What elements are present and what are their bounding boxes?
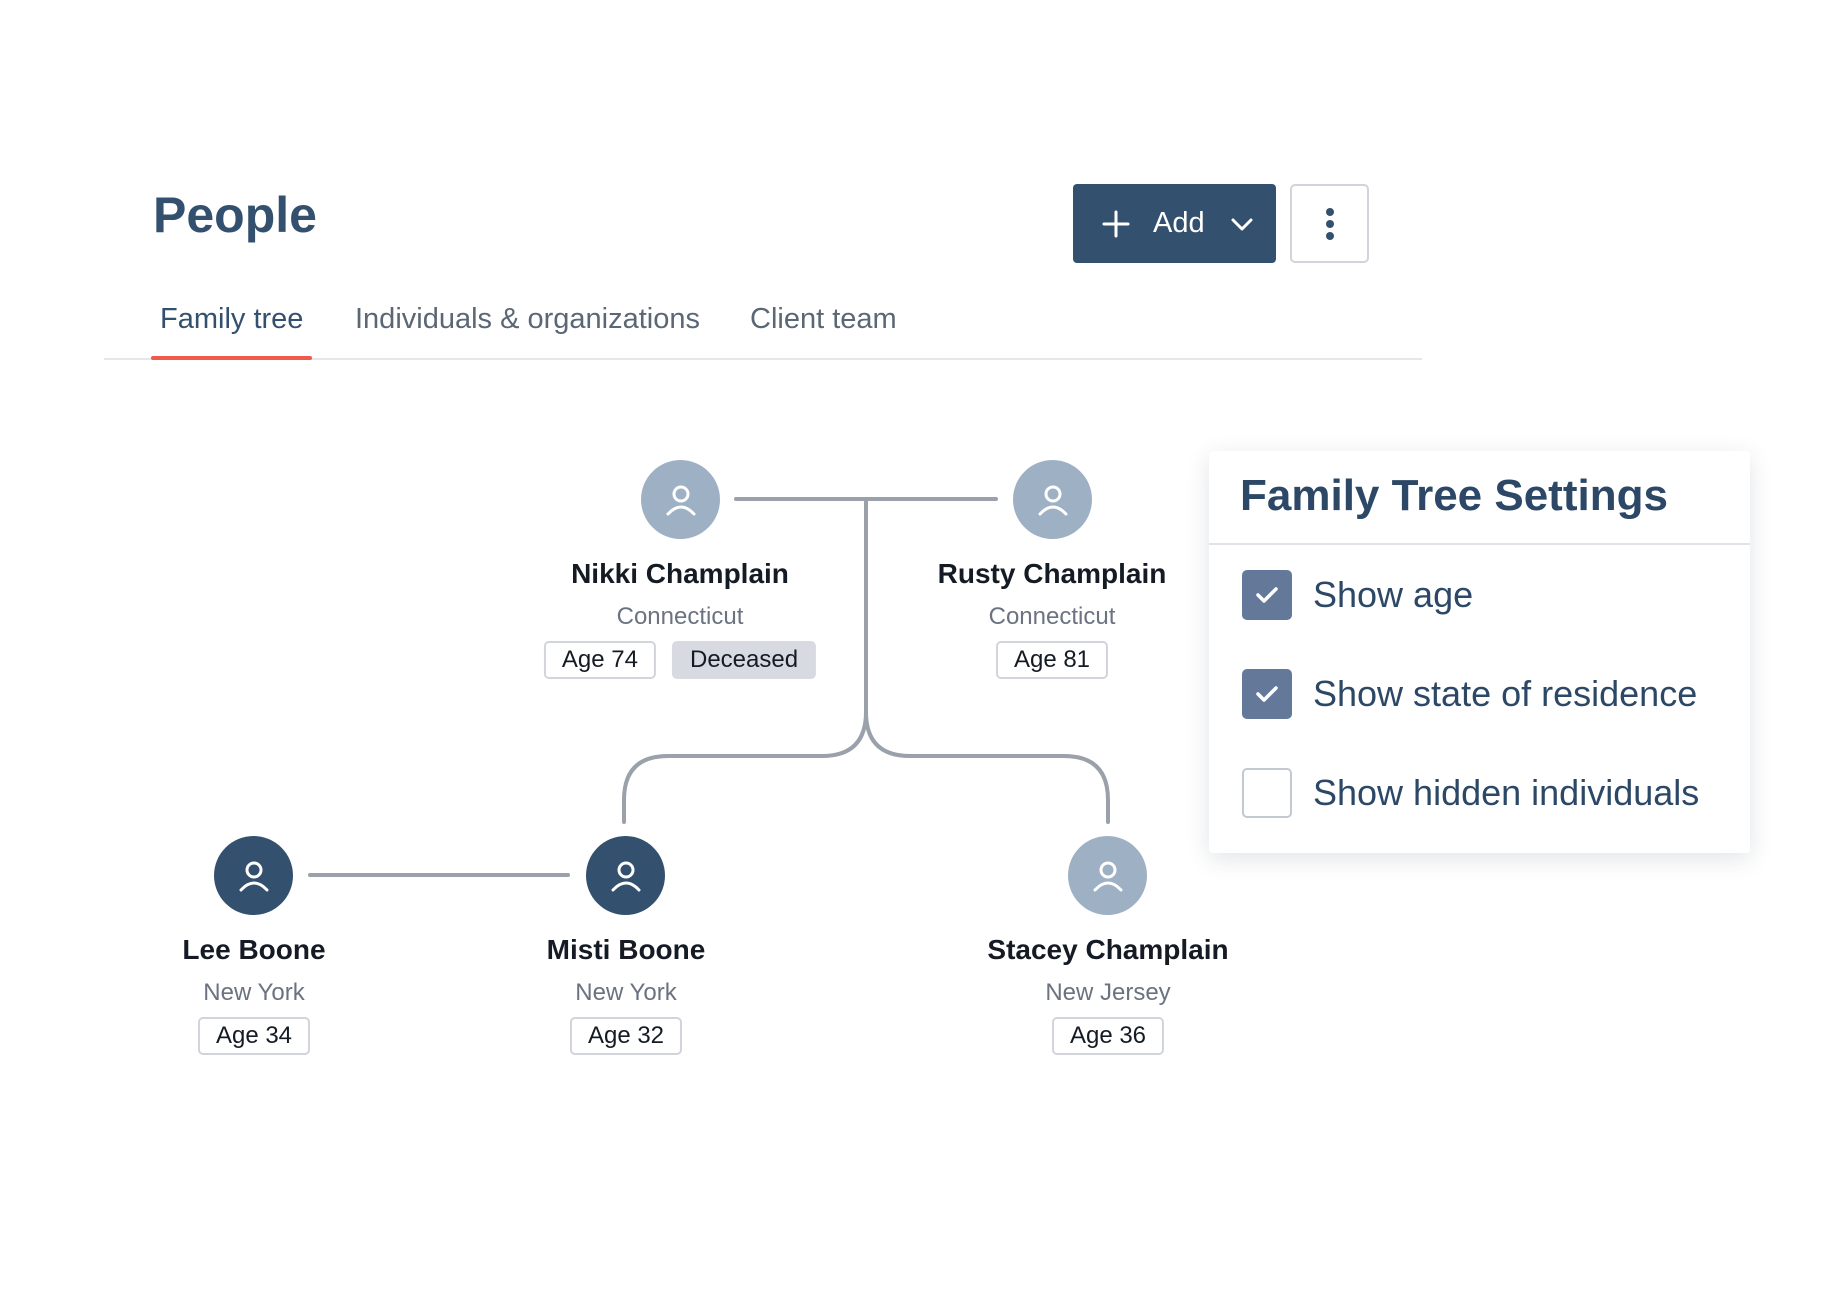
person-icon (239, 861, 268, 891)
person-badges: Age 81 (995, 641, 1109, 679)
person-icon (611, 861, 640, 891)
avatar-nikki[interactable] (641, 460, 720, 539)
deceased-badge: Deceased (672, 641, 817, 679)
avatar-rusty[interactable] (1013, 460, 1092, 539)
setting-show-age[interactable]: Show age (1242, 570, 1473, 620)
setting-label: Show age (1313, 574, 1474, 615)
person-state: New York (575, 979, 677, 1006)
person-state: New York (203, 979, 305, 1006)
show-age-checkbox[interactable] (1242, 570, 1292, 620)
person-name[interactable]: Stacey Champlain (987, 934, 1228, 966)
show-hidden-checkbox[interactable] (1242, 768, 1292, 818)
person-name[interactable]: Rusty Champlain (938, 558, 1167, 590)
person-state: Connecticut (616, 603, 744, 630)
person-badges: Age 74 Deceased (543, 641, 817, 679)
avatar-stacey[interactable] (1068, 836, 1147, 915)
person-badges: Age 32 (569, 1017, 683, 1055)
child-branch-right (864, 710, 1110, 824)
settings-title: Family Tree Settings (1240, 471, 1668, 520)
setting-label: Show state of residence (1313, 673, 1698, 714)
person-icon (1038, 485, 1067, 515)
settings-divider (1209, 543, 1750, 545)
person-badges: Age 34 (197, 1017, 311, 1055)
person-name[interactable]: Nikki Champlain (571, 558, 789, 590)
child-branch-left (622, 710, 868, 824)
person-name[interactable]: Lee Boone (182, 934, 325, 966)
age-badge: Age 36 (1051, 1017, 1165, 1055)
age-badge: Age 32 (569, 1017, 683, 1055)
person-state: New Jersey (1045, 979, 1171, 1006)
person-badges: Age 36 (1051, 1017, 1165, 1055)
setting-label: Show hidden individuals (1313, 772, 1700, 813)
age-badge: Age 74 (543, 641, 656, 679)
checkmark-icon (1256, 686, 1278, 702)
setting-show-hidden[interactable]: Show hidden individuals (1242, 768, 1699, 818)
avatar-lee[interactable] (214, 836, 293, 915)
age-badge: Age 34 (197, 1017, 311, 1055)
person-icon (666, 485, 695, 515)
person-icon (1093, 861, 1122, 891)
checkmark-icon (1256, 587, 1278, 603)
avatar-misti[interactable] (586, 836, 665, 915)
show-state-checkbox[interactable] (1242, 669, 1292, 719)
person-state: Connecticut (988, 603, 1116, 630)
setting-show-state[interactable]: Show state of residence (1242, 669, 1697, 719)
person-name[interactable]: Misti Boone (547, 934, 706, 966)
family-tree-settings-panel: Family Tree Settings Show age Show state… (1209, 451, 1750, 853)
age-badge: Age 81 (995, 641, 1109, 679)
